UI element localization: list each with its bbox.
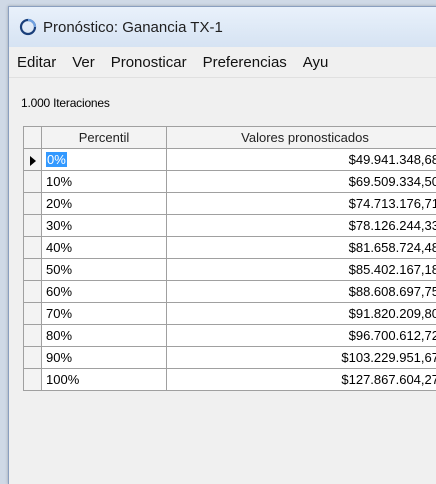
forecast-value-cell[interactable]: $127.867.604,27 [167, 369, 436, 391]
row-header[interactable] [24, 193, 42, 215]
percentile-cell[interactable]: 60% [42, 281, 167, 303]
menu-pronosticar[interactable]: Pronosticar [103, 54, 195, 71]
forecast-value-cell[interactable]: $88.608.697,75 [167, 281, 436, 303]
forecast-value-cell[interactable]: $81.658.724,48 [167, 237, 436, 259]
row-header[interactable] [24, 325, 42, 347]
row-header[interactable] [24, 149, 42, 171]
table-row[interactable]: 30% $78.126.244,33 [24, 215, 436, 237]
table-row[interactable]: 40% $81.658.724,48 [24, 237, 436, 259]
corner-header [24, 127, 42, 149]
content-area: 1.000 Iteraciones Percentil Valores pron… [9, 78, 436, 484]
percentile-value: 50% [46, 262, 72, 277]
percentile-value: 80% [46, 328, 72, 343]
table-row[interactable]: 100% $127.867.604,27 [24, 369, 436, 391]
grid-body: 0% $49.941.348,68 10% $69.509.334,50 20% $74.… [24, 149, 436, 391]
forecast-value-cell[interactable]: $91.820.209,80 [167, 303, 436, 325]
percentile-value: 30% [46, 218, 72, 233]
menu-bar: Editar Ver Pronosticar Preferencias Ayu [9, 47, 436, 78]
table-row[interactable]: 90% $103.229.951,67 [24, 347, 436, 369]
percentile-column-header[interactable]: Percentil [42, 127, 167, 149]
percentile-value: 20% [46, 196, 72, 211]
percentile-cell[interactable]: 90% [42, 347, 167, 369]
percentile-value: 60% [46, 284, 72, 299]
row-header[interactable] [24, 259, 42, 281]
forecast-value-cell[interactable]: $69.509.334,50 [167, 171, 436, 193]
menu-editar[interactable]: Editar [9, 54, 64, 71]
row-header[interactable] [24, 347, 42, 369]
grid-header-row: Percentil Valores pronosticados [24, 127, 436, 149]
forecast-value-cell[interactable]: $78.126.244,33 [167, 215, 436, 237]
table-row[interactable]: 0% $49.941.348,68 [24, 149, 436, 171]
percentile-cell[interactable]: 70% [42, 303, 167, 325]
menu-preferencias[interactable]: Preferencias [195, 54, 295, 71]
percentile-value: 10% [46, 174, 72, 189]
percentile-cell[interactable]: 10% [42, 171, 167, 193]
row-header[interactable] [24, 237, 42, 259]
app-icon [19, 18, 37, 36]
table-row[interactable]: 60% $88.608.697,75 [24, 281, 436, 303]
table-row[interactable]: 20% $74.713.176,71 [24, 193, 436, 215]
window-title: Pronóstico: Ganancia TX-1 [43, 19, 223, 36]
forecast-value-cell[interactable]: $85.402.167,18 [167, 259, 436, 281]
percentile-value: 0% [46, 152, 67, 167]
title-bar[interactable]: Pronóstico: Ganancia TX-1 [9, 7, 436, 47]
row-header[interactable] [24, 215, 42, 237]
forecast-value-cell[interactable]: $49.941.348,68 [167, 149, 436, 171]
percentile-cell[interactable]: 0% [42, 149, 167, 171]
percentile-cell[interactable]: 100% [42, 369, 167, 391]
value-column-header[interactable]: Valores pronosticados [167, 127, 436, 149]
percentile-value: 70% [46, 306, 72, 321]
menu-ayuda[interactable]: Ayu [295, 54, 337, 71]
percentile-cell[interactable]: 20% [42, 193, 167, 215]
table-row[interactable]: 10% $69.509.334,50 [24, 171, 436, 193]
forecast-window: Pronóstico: Ganancia TX-1 Editar Ver Pro… [8, 6, 436, 484]
percentile-value: 90% [46, 350, 72, 365]
forecast-value-cell[interactable]: $103.229.951,67 [167, 347, 436, 369]
percentile-cell[interactable]: 50% [42, 259, 167, 281]
row-header[interactable] [24, 171, 42, 193]
percentile-cell[interactable]: 80% [42, 325, 167, 347]
current-row-arrow-icon [30, 156, 36, 166]
table-row[interactable]: 70% $91.820.209,80 [24, 303, 436, 325]
menu-ver[interactable]: Ver [64, 54, 103, 71]
percentile-value: 100% [46, 372, 79, 387]
row-header[interactable] [24, 369, 42, 391]
table-row[interactable]: 80% $96.700.612,72 [24, 325, 436, 347]
table-row[interactable]: 50% $85.402.167,18 [24, 259, 436, 281]
iterations-label: 1.000 Iteraciones [21, 96, 110, 110]
percentile-cell[interactable]: 40% [42, 237, 167, 259]
row-header[interactable] [24, 303, 42, 325]
row-header[interactable] [24, 281, 42, 303]
forecast-value-cell[interactable]: $74.713.176,71 [167, 193, 436, 215]
percentile-cell[interactable]: 30% [42, 215, 167, 237]
forecast-value-cell[interactable]: $96.700.612,72 [167, 325, 436, 347]
percentile-value: 40% [46, 240, 72, 255]
percentile-grid: Percentil Valores pronosticados 0% $49.94… [23, 126, 436, 391]
